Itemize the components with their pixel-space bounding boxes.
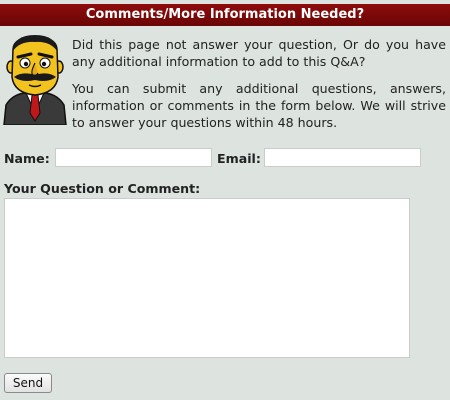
- comment-textarea[interactable]: [4, 198, 410, 358]
- email-label: Email:: [217, 151, 261, 166]
- name-input[interactable]: [55, 148, 212, 167]
- intro-text: Did this page not answer your question, …: [72, 36, 446, 141]
- name-label: Name:: [4, 151, 50, 166]
- comment-label: Your Question or Comment:: [4, 181, 201, 196]
- email-input[interactable]: [264, 148, 421, 167]
- section-title: Comments/More Information Needed?: [0, 4, 450, 26]
- send-button[interactable]: Send: [4, 373, 52, 393]
- comment-form-page: Comments/More Information Needed? Did th…: [0, 0, 450, 400]
- intro-paragraph-2: You can submit any additional questions,…: [72, 81, 446, 130]
- intro-paragraph-1: Did this page not answer your question, …: [72, 37, 446, 69]
- cartoon-man-mustache-icon: [3, 35, 67, 125]
